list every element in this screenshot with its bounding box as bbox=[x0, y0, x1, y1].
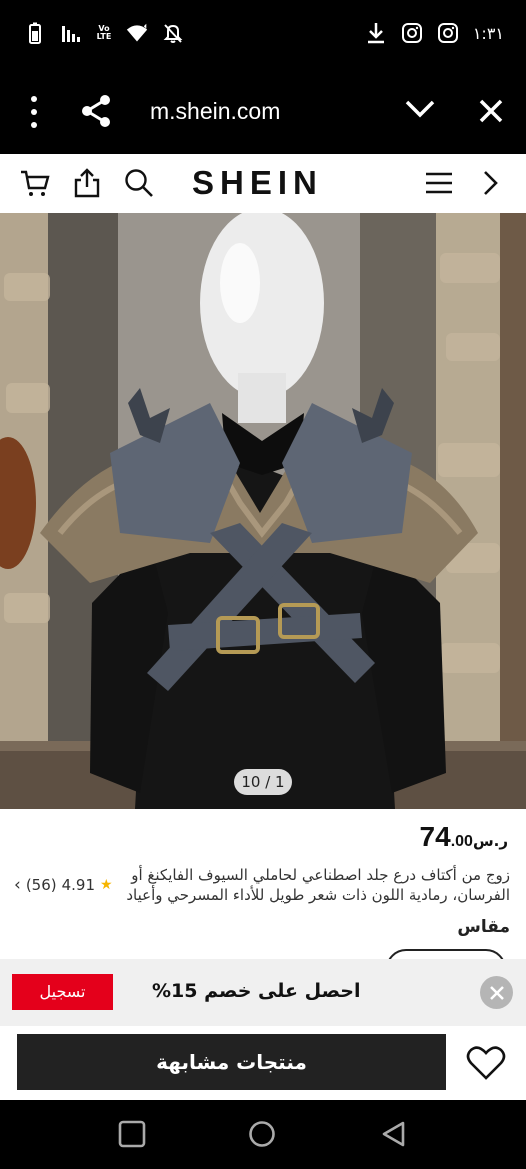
promo-text: احصل على خصم 15% bbox=[152, 980, 361, 1002]
product-info: ر.س 74.00 زوج من أكتاف درع جلد اصطناعي لح… bbox=[0, 809, 526, 959]
more-vert-icon[interactable] bbox=[22, 96, 46, 128]
status-left-icons: Vo LTE bbox=[24, 22, 184, 44]
cart-icon[interactable] bbox=[20, 168, 50, 198]
download-icon bbox=[365, 22, 387, 44]
share-icon[interactable] bbox=[80, 94, 112, 132]
close-icon[interactable] bbox=[480, 976, 513, 1009]
review-count[interactable]: (56) bbox=[26, 876, 57, 894]
share-icon[interactable] bbox=[72, 168, 102, 198]
image-counter: 10 / 1 bbox=[234, 769, 292, 795]
product-title: زوج من أكتاف درع جلد اصطناعي لحاملي السي… bbox=[126, 866, 510, 904]
size-label: مقاس bbox=[457, 917, 510, 937]
battery-icon bbox=[24, 22, 46, 44]
url-text[interactable]: m.shein.com bbox=[150, 98, 280, 125]
recents-icon[interactable] bbox=[118, 1120, 146, 1152]
status-bar: Vo LTE ١:٣١ bbox=[0, 0, 526, 70]
action-bar: منتجات مشابهة bbox=[0, 1026, 526, 1100]
heart-icon[interactable] bbox=[466, 1045, 506, 1085]
mute-icon bbox=[162, 22, 184, 44]
product-image[interactable]: 10 / 1 bbox=[0, 213, 526, 809]
currency-symbol: ر.س bbox=[472, 832, 508, 850]
chevron-left-icon[interactable]: ‹ bbox=[14, 875, 21, 895]
rating-value[interactable]: 4.91 bbox=[62, 876, 95, 894]
status-time: ١:٣١ bbox=[472, 23, 504, 43]
rating[interactable]: ‹ (56) 4.91 ★ bbox=[14, 875, 113, 895]
instagram-icon bbox=[401, 22, 423, 44]
price-integer: 74 bbox=[419, 821, 451, 852]
volte-icon: Vo LTE bbox=[96, 24, 112, 41]
price-decimal: .00 bbox=[450, 833, 473, 850]
system-nav-bar bbox=[0, 1100, 526, 1169]
site-header: SHEIN bbox=[0, 154, 526, 213]
wifi-icon bbox=[126, 22, 148, 44]
product-photo bbox=[0, 213, 526, 809]
price: ر.س 74.00 bbox=[420, 821, 510, 853]
menu-icon[interactable] bbox=[424, 168, 454, 198]
search-icon[interactable] bbox=[124, 168, 154, 198]
status-right-icons: ١:٣١ bbox=[365, 22, 504, 44]
browser-toolbar: m.shein.com bbox=[0, 70, 526, 154]
similar-products-button[interactable]: منتجات مشابهة bbox=[17, 1034, 446, 1090]
signal-icon bbox=[60, 22, 82, 44]
chevron-down-icon[interactable] bbox=[404, 98, 436, 124]
promo-banner: تسجيل احصل على خصم 15% bbox=[0, 959, 526, 1026]
shein-logo[interactable]: SHEIN bbox=[192, 164, 323, 202]
instagram-icon bbox=[437, 22, 459, 44]
size-option[interactable] bbox=[386, 949, 506, 959]
star-icon: ★ bbox=[100, 877, 113, 893]
back-icon[interactable] bbox=[380, 1120, 408, 1152]
chevron-right-icon[interactable] bbox=[480, 168, 510, 198]
register-button[interactable]: تسجيل bbox=[12, 974, 113, 1010]
home-icon[interactable] bbox=[248, 1120, 276, 1152]
close-icon[interactable] bbox=[478, 98, 504, 128]
